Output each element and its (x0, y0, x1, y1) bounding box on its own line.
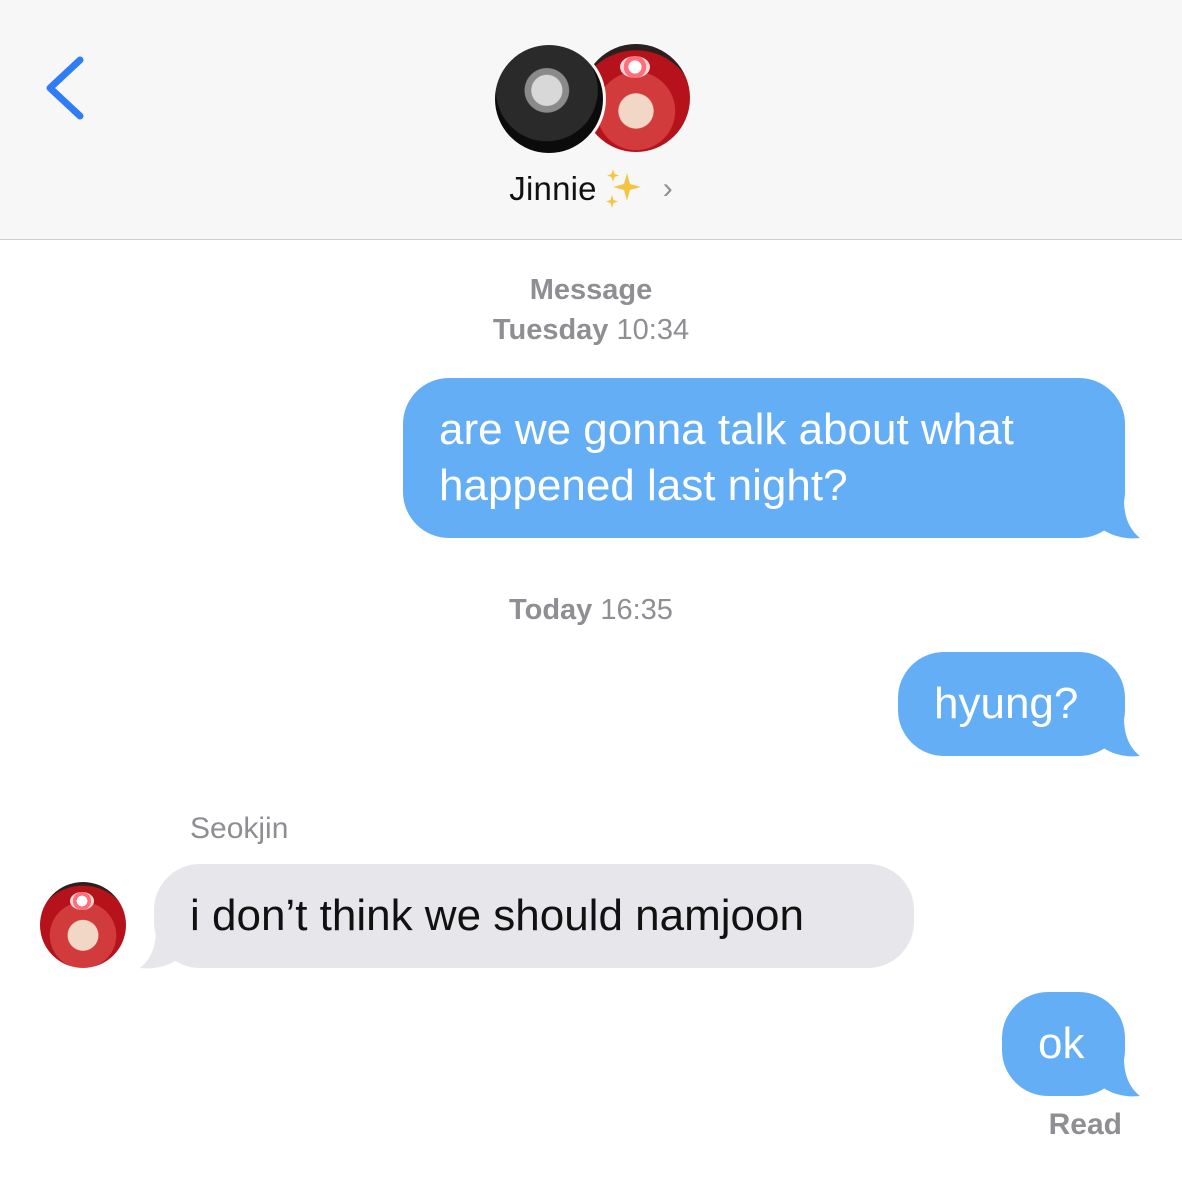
bubble-tail (1096, 500, 1140, 539)
timestamp: Today 16:35 (0, 594, 1182, 627)
timestamp-day: Tuesday (492, 314, 609, 346)
bubble-tail (1096, 1058, 1140, 1097)
thread-label: Message (0, 274, 1182, 307)
bubble-tail (140, 930, 184, 969)
message-text: i don’t think we should namjoon (190, 891, 804, 940)
timestamp-time: 16:35 (600, 594, 673, 626)
read-receipt: Read (1048, 1108, 1122, 1141)
timestamp: Tuesday 10:34 (0, 314, 1182, 347)
incoming-message-bubble[interactable]: i don’t think we should namjoon (154, 864, 914, 968)
chevron-right-icon: › (662, 172, 673, 205)
message-text: happened last night? (439, 461, 848, 510)
avatar[interactable] (40, 882, 126, 968)
sparkles-icon (605, 169, 641, 208)
bubble-tail (1096, 718, 1140, 757)
timestamp-time: 10:34 (616, 314, 690, 346)
group-avatars[interactable] (490, 42, 694, 158)
contact-details-button[interactable]: Jinnie › (0, 166, 1182, 212)
conversation-header: Jinnie › (0, 0, 1182, 240)
outgoing-message-bubble[interactable]: hyung? (898, 652, 1125, 756)
outgoing-message-bubble[interactable]: are we gonna talk about what happened la… (403, 378, 1125, 538)
contact-name: Jinnie (509, 170, 597, 207)
timestamp-day: Today (509, 594, 593, 626)
back-button[interactable] (38, 52, 94, 124)
message-text: are we gonna talk about what (439, 405, 1014, 454)
sender-name: Seokjin (190, 812, 289, 845)
avatar (492, 42, 606, 156)
message-label: Message (529, 274, 653, 306)
chevron-left-icon (46, 56, 84, 120)
